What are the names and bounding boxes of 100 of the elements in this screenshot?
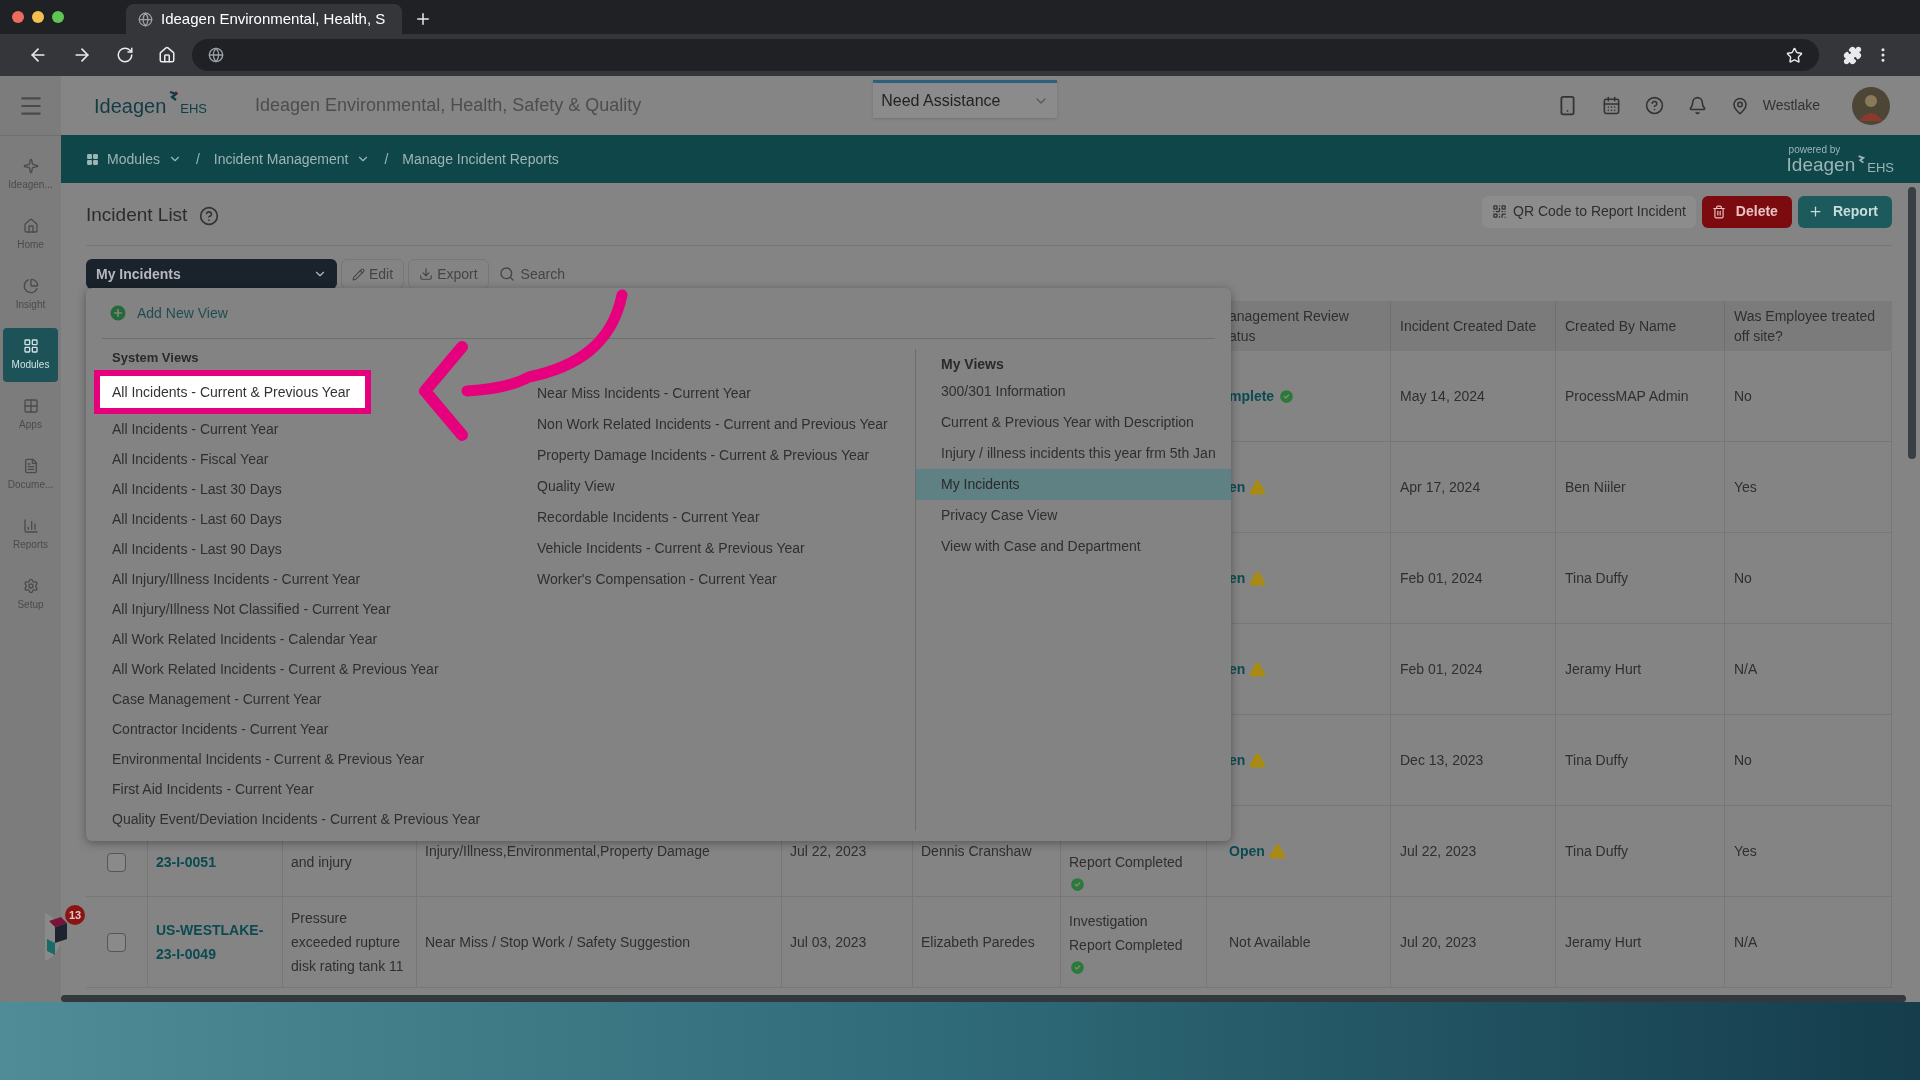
- plus-icon: [1807, 204, 1823, 219]
- add-new-view-button[interactable]: Add New View: [108, 302, 228, 324]
- table-cell-text: Jul 20, 2023: [1400, 932, 1477, 952]
- help-icon[interactable]: [199, 205, 220, 226]
- table-cell-text: Tina Duffy: [1565, 750, 1629, 770]
- breadcrumb-item[interactable]: Modules: [86, 148, 182, 170]
- page-title: Incident List: [86, 203, 188, 228]
- minimize-window-icon[interactable]: [32, 11, 44, 23]
- qr-code-icon: [1492, 204, 1508, 219]
- view-option[interactable]: 300/301 Information: [916, 376, 1231, 407]
- view-option[interactable]: View with Case and Department: [916, 531, 1231, 562]
- report-button[interactable]: Report: [1797, 195, 1892, 228]
- bookmark-star-icon[interactable]: [1786, 46, 1803, 64]
- view-option[interactable]: Worker's Compensation - Current Year: [511, 564, 888, 595]
- view-select[interactable]: My Incidents: [86, 259, 337, 289]
- table-cell-text: Ben Niiler: [1565, 477, 1626, 497]
- logo-suffix: EHS: [180, 100, 208, 119]
- table-cell-text: N/A: [1734, 932, 1758, 952]
- table-cell-text: No: [1734, 568, 1752, 588]
- view-option[interactable]: Contractor Incidents - Current Year: [86, 714, 511, 744]
- reload-icon[interactable]: [116, 46, 134, 64]
- view-option[interactable]: Quality Event/Deviation Incidents - Current & Previous Year: [86, 804, 511, 834]
- view-option[interactable]: Property Damage Incidents - Current & Previous Year: [511, 440, 888, 471]
- table-cell-text: Jeramy Hurt: [1565, 659, 1642, 679]
- view-option[interactable]: All Incidents - Last 30 Days: [86, 474, 511, 504]
- table-cell-text: May 14, 2024: [1400, 386, 1485, 406]
- close-window-icon[interactable]: [12, 11, 24, 23]
- avatar[interactable]: [1852, 86, 1890, 125]
- view-option[interactable]: Recordable Incidents - Current Year: [511, 502, 888, 533]
- view-option[interactable]: All Injury/Illness Not Classified - Current Year: [86, 594, 511, 624]
- view-option[interactable]: Case Management - Current Year: [86, 684, 511, 714]
- view-option[interactable]: All Incidents - Current Year: [86, 414, 511, 444]
- table-cell-text: Jeramy Hurt: [1565, 932, 1642, 952]
- view-option[interactable]: Near Miss Incidents - Current Year: [511, 378, 888, 409]
- view-option[interactable]: My Incidents: [916, 469, 1231, 500]
- plus-icon: [108, 303, 128, 323]
- section-heading: My Views: [941, 355, 1005, 374]
- view-option[interactable]: Vehicle Incidents - Current & Previous Year: [511, 533, 888, 564]
- view-option[interactable]: All Incidents - Last 90 Days: [86, 534, 511, 564]
- table-cell-text: Elizabeth Paredes: [921, 932, 1035, 952]
- logo-name: Ideagen: [1786, 154, 1856, 174]
- table-cell-text: Feb 01, 2024: [1400, 568, 1483, 588]
- help-icon[interactable]: [1644, 96, 1664, 116]
- powered-by-caption: powered by: [1788, 144, 1841, 155]
- location-pin-icon[interactable]: [1730, 96, 1749, 115]
- incident-number-link[interactable]: US-WESTLAKE-23-I-0049: [156, 918, 266, 966]
- row-checkbox[interactable]: [107, 853, 126, 872]
- view-option[interactable]: Injury / illness incidents this year frm 5th Jan: [916, 438, 1231, 469]
- view-option[interactable]: All Work Related Incidents - Current & Previous Year: [86, 654, 511, 684]
- maximize-window-icon[interactable]: [52, 11, 64, 23]
- table-cell-text: Dennis Cranshaw: [921, 841, 1032, 861]
- table-cell-text: Injury/Illness,Environmental,Property Damage: [425, 841, 710, 861]
- download-icon: [419, 267, 434, 281]
- new-tab-icon[interactable]: [414, 10, 432, 28]
- breadcrumb-item[interactable]: Manage Incident Reports: [402, 148, 559, 170]
- status-text: Open: [1229, 841, 1265, 861]
- table-cell-text: Report Completed: [1069, 853, 1184, 872]
- breadcrumb-separator: /: [194, 149, 201, 169]
- apps-icon: [22, 398, 39, 414]
- table-cell-text: Jul 22, 2023: [1400, 841, 1477, 861]
- table-cell-text: Tina Duffy: [1565, 568, 1629, 588]
- view-option[interactable]: Quality View: [511, 471, 888, 502]
- column-header[interactable]: Incident Created Date: [1391, 316, 1546, 336]
- table-cell-text: Tina Duffy: [1565, 841, 1629, 861]
- breadcrumb-item[interactable]: Incident Management: [213, 148, 371, 170]
- browser-tab[interactable]: Ideagen Environmental, Health, S: [126, 4, 402, 34]
- search-field[interactable]: Search: [520, 263, 641, 285]
- location-label[interactable]: Westlake: [1762, 95, 1820, 117]
- vertical-scrollbar[interactable]: [1908, 187, 1916, 459]
- view-option[interactable]: All Work Related Incidents - Calendar Year: [86, 624, 511, 654]
- view-option[interactable]: All Incidents - Current & Previous Year: [94, 370, 371, 414]
- incident-number-link[interactable]: 23-I-0051: [156, 850, 266, 874]
- delete-button[interactable]: Delete: [1701, 195, 1792, 228]
- column-header[interactable]: Was Employee treated off site?: [1725, 306, 1892, 346]
- qr-code-button[interactable]: QR Code to Report Incident: [1482, 195, 1696, 228]
- extensions-icon[interactable]: [1843, 45, 1862, 65]
- view-option[interactable]: Environmental Incidents - Current & Previous Year: [86, 744, 511, 774]
- table-cell-text: and injury: [291, 853, 352, 872]
- sidebar-item[interactable]: Modules: [3, 328, 58, 382]
- table-cell-text: Near Miss / Stop Work / Safety Suggestion: [425, 932, 691, 952]
- bar-chart-icon: [22, 518, 39, 534]
- view-option[interactable]: Privacy Case View: [916, 500, 1231, 531]
- view-option[interactable]: All Incidents - Fiscal Year: [86, 444, 511, 474]
- view-option[interactable]: First Aid Incidents - Current Year: [86, 774, 511, 804]
- bell-icon[interactable]: [1687, 96, 1707, 116]
- breadcrumb-separator: /: [383, 149, 390, 169]
- assistance-dropdown[interactable]: Need Assistance: [873, 80, 1058, 118]
- home-icon[interactable]: [158, 46, 176, 64]
- row-checkbox[interactable]: [107, 932, 126, 952]
- horizontal-scrollbar[interactable]: [61, 995, 1906, 1002]
- table-cell-text: Jul 22, 2023: [790, 841, 867, 861]
- view-option[interactable]: Non Work Related Incidents - Current and Previous Year: [511, 409, 888, 440]
- view-option[interactable]: All Injury/Illness Incidents - Current Year: [86, 564, 511, 594]
- view-option[interactable]: All Incidents - Last 60 Days: [86, 504, 511, 534]
- table-cell-text: Apr 17, 2024: [1400, 477, 1481, 497]
- home-icon: [22, 218, 39, 234]
- column-header[interactable]: Created By Name: [1556, 316, 1686, 336]
- view-option[interactable]: Current & Previous Year with Description: [916, 407, 1231, 438]
- status-text: mplete: [1229, 386, 1275, 406]
- calendar-icon[interactable]: [1601, 96, 1621, 116]
